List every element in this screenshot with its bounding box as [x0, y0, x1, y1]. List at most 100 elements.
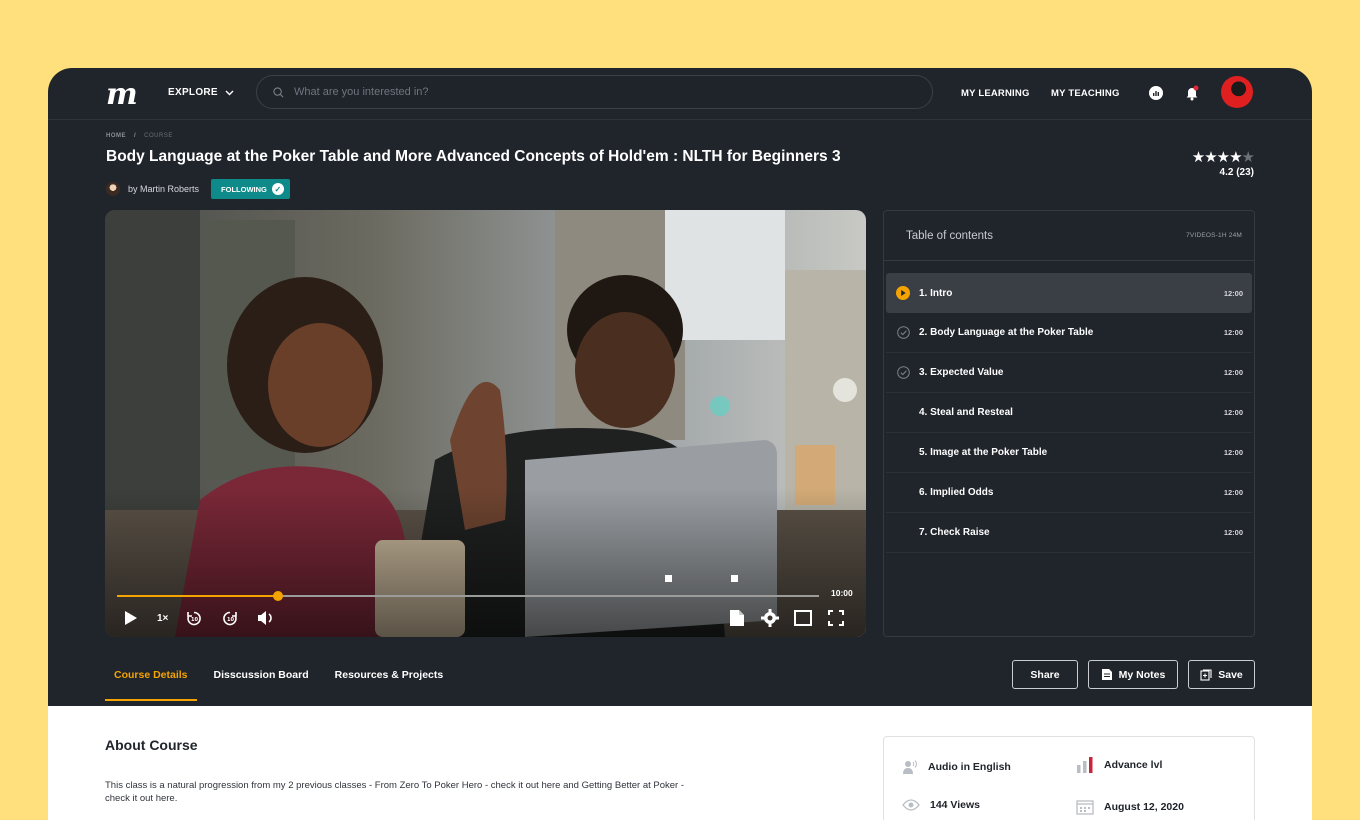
speaking-person-icon: [903, 760, 917, 774]
search-icon: [273, 86, 284, 97]
bookmark-add-icon: [1200, 668, 1212, 681]
toc-item[interactable]: 7. Check Raise 12:00: [886, 513, 1252, 553]
star-icon: ★: [1191, 149, 1205, 166]
course-rating: ★★★★★ 4.2 (23): [1191, 148, 1255, 178]
bell-icon: [1186, 85, 1199, 101]
rewind-10-button[interactable]: 10: [184, 608, 204, 628]
check-icon: ✓: [271, 183, 284, 195]
notes-button[interactable]: [727, 608, 747, 628]
stats-icon: [1149, 86, 1163, 100]
toc-item-label: 4. Steal and Resteal: [919, 407, 1013, 418]
toc-meta: 7VIDEOS-1H 24M: [1186, 232, 1242, 239]
note-icon: [730, 610, 744, 626]
toc-item[interactable]: 4. Steal and Resteal 12:00: [886, 393, 1252, 433]
audio-info-label: Audio in English: [928, 761, 1011, 773]
breadcrumb-current: COURSE: [144, 133, 173, 139]
toc-item-duration: 12:00: [1223, 528, 1243, 537]
course-title: Body Language at the Poker Table and Mor…: [106, 148, 841, 165]
top-navigation-bar: m EXPLORE MY LEARNING MY TEACHING: [48, 68, 1312, 120]
views-info-label: 144 Views: [930, 799, 981, 811]
check-circle-icon: [896, 366, 910, 380]
level-bars-icon: [1077, 757, 1093, 773]
app-window: m EXPLORE MY LEARNING MY TEACHING HOME / C…: [48, 68, 1312, 820]
audio-info: Audio in English: [902, 759, 1011, 775]
progress-handle[interactable]: [273, 591, 284, 601]
star-empty-icon: ★: [1241, 149, 1255, 166]
author-row: by Martin Roberts FOLLOWING ✓: [106, 179, 290, 199]
breadcrumb-home[interactable]: HOME: [106, 133, 126, 139]
toc-item[interactable]: 6. Implied Odds 12:00: [886, 473, 1252, 513]
toc-item[interactable]: 1. Intro 12:00: [886, 273, 1252, 313]
save-button[interactable]: Save: [1188, 660, 1255, 689]
tab-resources-projects[interactable]: Resources & Projects: [326, 661, 453, 701]
notifications-button[interactable]: [1181, 82, 1203, 104]
toc-item[interactable]: 3. Expected Value 12:00: [886, 353, 1252, 393]
my-teaching-link[interactable]: MY TEACHING: [1051, 88, 1120, 99]
theater-mode-icon: [794, 610, 812, 626]
player-controls-right: [727, 608, 846, 628]
user-avatar[interactable]: [1221, 76, 1253, 108]
explore-menu[interactable]: EXPLORE: [168, 87, 234, 98]
toc-title: Table of contents: [906, 229, 993, 242]
toc-item[interactable]: 5. Image at the Poker Table 12:00: [886, 433, 1252, 473]
progress-fill: [117, 595, 279, 597]
course-info-card: Audio in English Advance lvl 144 Views A…: [883, 736, 1255, 820]
stats-button[interactable]: [1145, 82, 1167, 104]
play-icon: [125, 611, 137, 625]
search-input[interactable]: [294, 86, 894, 98]
settings-button[interactable]: [760, 608, 780, 628]
search-bar[interactable]: [256, 75, 933, 109]
about-section: About Course This class is a natural pro…: [48, 706, 1312, 820]
author-avatar[interactable]: [106, 182, 120, 196]
toc-item-duration: 12:00: [1223, 368, 1243, 377]
tab-course-details[interactable]: Course Details: [105, 661, 197, 701]
level-info-label: Advance lvl: [1104, 759, 1163, 771]
course-tabs: Course Details Disscussion Board Resourc…: [105, 661, 452, 701]
toc-item-label: 7. Check Raise: [919, 527, 990, 538]
play-circle-icon: [896, 286, 910, 300]
tab-discussion-board[interactable]: Disscussion Board: [205, 661, 318, 701]
video-duration: 10:00: [831, 588, 853, 598]
theater-mode-button[interactable]: [793, 608, 813, 628]
my-learning-link[interactable]: MY LEARNING: [961, 88, 1030, 99]
playback-speed-button[interactable]: 1×: [157, 613, 168, 624]
views-info: 144 Views: [902, 799, 980, 811]
about-title: About Course: [105, 737, 198, 753]
about-description: This class is a natural progression from…: [105, 780, 685, 804]
logo[interactable]: m: [106, 77, 138, 112]
video-player[interactable]: 10:00 1× 10 10: [105, 210, 866, 637]
share-button[interactable]: Share: [1012, 660, 1078, 689]
note-icon: [1101, 669, 1112, 680]
calendar-icon: [1076, 800, 1094, 815]
volume-button[interactable]: [256, 608, 276, 628]
breadcrumb-separator: /: [134, 133, 137, 139]
toc-list: 1. Intro 12:00 2. Body Language at the Po…: [884, 261, 1254, 553]
my-notes-button[interactable]: My Notes: [1088, 660, 1178, 689]
following-button[interactable]: FOLLOWING ✓: [211, 179, 290, 199]
toc-item-duration: 12:00: [1223, 288, 1243, 298]
chevron-down-icon: [225, 90, 234, 95]
save-label: Save: [1218, 668, 1243, 681]
toc-item[interactable]: 2. Body Language at the Poker Table 12:00: [886, 313, 1252, 353]
empty-status-icon: [896, 486, 910, 500]
share-label: Share: [1030, 668, 1060, 681]
toc-item-label: 3. Expected Value: [919, 367, 1004, 378]
note-marker-icon[interactable]: [664, 575, 672, 582]
eye-icon: [902, 799, 920, 811]
toc-item-duration: 12:00: [1223, 488, 1243, 497]
toc-item-label: 1. Intro: [919, 287, 953, 299]
empty-status-icon: [896, 446, 910, 460]
fullscreen-button[interactable]: [826, 608, 846, 628]
video-progress-bar[interactable]: [117, 575, 819, 602]
author-name[interactable]: by Martin Roberts: [128, 184, 199, 194]
rating-value: 4.2 (23): [1219, 167, 1254, 178]
date-info: August 12, 2020: [1076, 799, 1184, 815]
play-button[interactable]: [121, 608, 141, 628]
empty-status-icon: [896, 526, 910, 540]
toc-item-label: 2. Body Language at the Poker Table: [919, 327, 1094, 338]
volume-icon: [258, 611, 273, 625]
star-icon: ★: [1229, 149, 1242, 166]
note-marker-icon[interactable]: [731, 575, 739, 582]
forward-10-button[interactable]: 10: [220, 608, 240, 628]
empty-status-icon: [896, 406, 910, 420]
